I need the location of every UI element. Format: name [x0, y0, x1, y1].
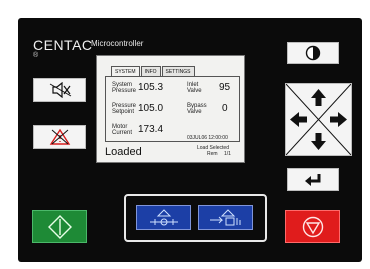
- arrow-left-icon: [290, 112, 307, 127]
- brand-subtitle: Microcontroller: [91, 39, 144, 48]
- system-pressure-label-2: Pressure: [112, 88, 137, 94]
- speaker-muted-icon: [49, 82, 71, 98]
- modulate-mode-icon: [149, 208, 178, 225]
- enter-return-icon: [305, 173, 321, 186]
- alarm-reset-button[interactable]: [33, 125, 86, 149]
- tab-settings[interactable]: SETTINGS: [161, 66, 195, 76]
- arrow-pad: [285, 83, 352, 156]
- system-pressure-value: 105.3: [138, 82, 164, 93]
- status-text: Loaded: [105, 146, 142, 158]
- tab-bar: SYSTEM INFO SETTINGS: [111, 66, 196, 76]
- setpoint-value: 105.0: [138, 103, 164, 114]
- arrow-right-button[interactable]: [328, 109, 350, 130]
- datetime: 03JUL06 12:00:00: [187, 135, 228, 141]
- contrast-button[interactable]: [287, 42, 339, 64]
- stop-circle-triangle-icon: [302, 216, 323, 237]
- stop-button[interactable]: [285, 210, 340, 243]
- brand-name: CENTAC: [33, 37, 93, 53]
- contrast-icon: [305, 45, 321, 61]
- arrow-down-icon: [311, 133, 326, 150]
- inlet-valve-value: 95: [219, 82, 231, 93]
- enter-button[interactable]: [287, 168, 339, 191]
- bypass-valve-label-2: Valve: [187, 109, 202, 115]
- arrow-down-button[interactable]: [308, 131, 329, 153]
- bypass-valve-value: 0: [222, 103, 228, 114]
- arrow-up-button[interactable]: [308, 86, 329, 108]
- display-screen: SYSTEM INFO SETTINGS System Pressure 105…: [96, 55, 245, 163]
- tab-info[interactable]: INFO: [140, 66, 161, 76]
- setpoint-label-2: Setpoint: [112, 109, 135, 115]
- arrow-right-icon: [330, 112, 347, 127]
- autodual-mode-button[interactable]: [198, 205, 253, 230]
- tab-system[interactable]: SYSTEM: [111, 66, 140, 76]
- autodual-mode-icon: [209, 208, 240, 225]
- brand-mark: ®: [33, 52, 39, 59]
- motor-current-value: 173.4: [138, 124, 164, 135]
- system-tab-panel: System Pressure 105.3 Pressure Setpoint …: [105, 76, 240, 142]
- arrow-up-icon: [311, 89, 326, 106]
- alarm-silence-button[interactable]: [33, 78, 86, 102]
- warning-triangle-crossed-icon: [49, 128, 70, 145]
- modulate-mode-button[interactable]: [136, 205, 191, 230]
- start-button[interactable]: [32, 210, 87, 243]
- load-remote-label: Rem: [207, 151, 218, 157]
- start-diamond-icon: [47, 214, 72, 239]
- load-count: 1/1: [224, 151, 231, 157]
- inlet-valve-label-2: Valve: [187, 88, 202, 94]
- motor-current-label-2: Current: [112, 130, 133, 136]
- arrow-left-button[interactable]: [287, 109, 309, 130]
